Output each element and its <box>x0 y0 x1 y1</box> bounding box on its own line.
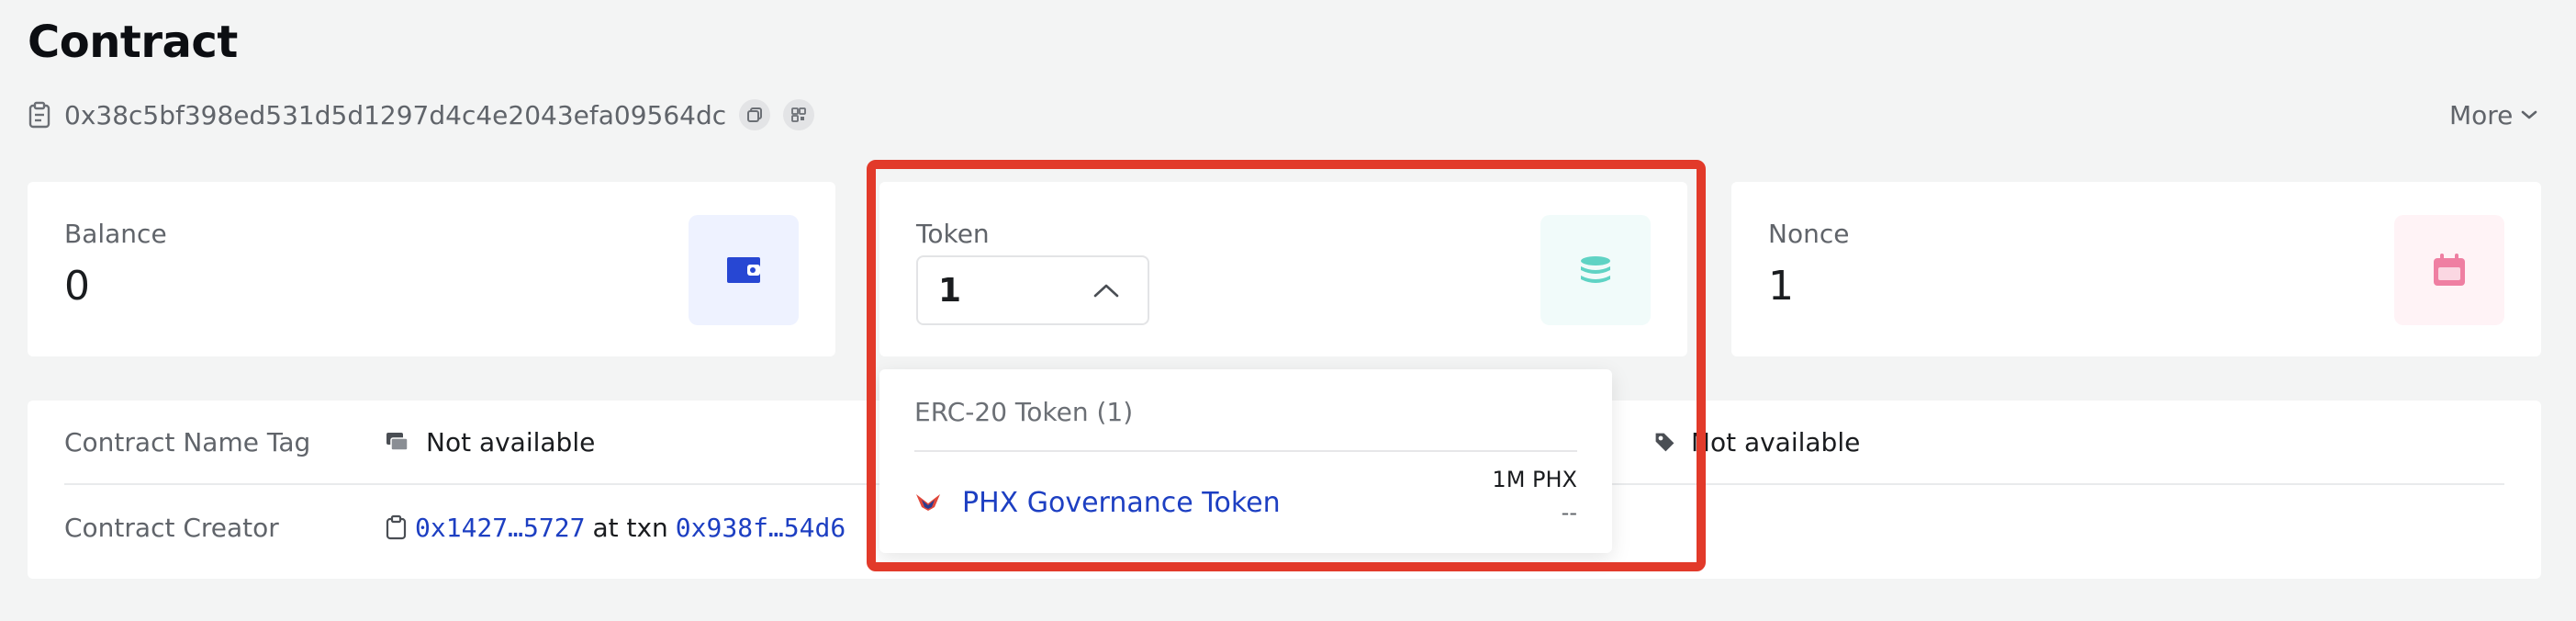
creator-file-icon <box>386 514 408 540</box>
token-dropdown-divider <box>914 450 1577 452</box>
name-tag-label: Contract Name Tag <box>64 426 311 457</box>
calendar-icon <box>2434 254 2465 286</box>
nonce-label: Nonce <box>1768 219 1850 249</box>
nonce-card: Nonce 1 <box>1731 182 2541 356</box>
nonce-icon-tile <box>2394 215 2504 325</box>
token-amount-block: 1M PHX -- <box>1492 467 1577 525</box>
name-tag-value-wrap: Not available <box>386 427 595 457</box>
wallet-icon <box>727 257 760 283</box>
creator-address-link[interactable]: 0x1427…5727 <box>415 513 585 543</box>
creator-value-wrap: 0x1427…5727 at txn 0x938f…54d6 <box>386 513 846 543</box>
qr-code-icon <box>791 107 807 122</box>
more-button[interactable]: More <box>2449 99 2538 130</box>
balance-icon-tile <box>689 215 799 325</box>
token-card: Token 1 <box>879 182 1687 356</box>
name-tag-icon <box>386 431 409 453</box>
token-usd-value: -- <box>1561 500 1577 525</box>
right-info-value-wrap: Not available <box>1652 427 1860 457</box>
balance-label: Balance <box>64 219 167 249</box>
phx-token-logo-icon <box>916 494 940 511</box>
right-info-value: Not available <box>1691 426 1861 457</box>
token-dropdown: ERC-20 Token (1) PHX Governance Token 1M… <box>879 369 1612 553</box>
page-title: Contract <box>28 17 238 68</box>
creator-label: Contract Creator <box>64 512 279 543</box>
contract-address: 0x38c5bf398ed531d5d1297d4c4e2043efa09564… <box>64 99 727 130</box>
token-amount: 1M PHX <box>1492 467 1577 492</box>
token-list-item[interactable]: PHX Governance Token 1M PHX -- <box>914 461 1577 544</box>
creator-txn-link[interactable]: 0x938f…54d6 <box>676 513 846 543</box>
chevron-down-icon <box>2522 110 2537 119</box>
token-select-value: 1 <box>938 271 962 310</box>
token-select[interactable]: 1 <box>916 255 1149 325</box>
copy-icon <box>747 107 763 122</box>
balance-value: 0 <box>64 263 90 310</box>
more-label: More <box>2449 99 2514 130</box>
address-row: 0x38c5bf398ed531d5d1297d4c4e2043efa09564… <box>28 99 815 130</box>
copy-address-button[interactable] <box>739 99 771 130</box>
qr-code-button[interactable] <box>783 99 815 130</box>
nonce-value: 1 <box>1768 263 1794 310</box>
name-tag-value: Not available <box>426 426 596 457</box>
coins-stack-icon <box>1581 256 1610 283</box>
creator-at-text: at txn <box>592 512 668 543</box>
token-icon-tile <box>1540 215 1651 325</box>
token-name-link[interactable]: PHX Governance Token <box>962 487 1281 519</box>
contract-file-icon <box>28 101 50 129</box>
tag-icon <box>1652 430 1678 454</box>
balance-card: Balance 0 <box>28 182 835 356</box>
chevron-up-icon <box>1093 284 1119 298</box>
token-label: Token <box>916 219 990 249</box>
token-dropdown-header: ERC-20 Token (1) <box>914 397 1134 427</box>
